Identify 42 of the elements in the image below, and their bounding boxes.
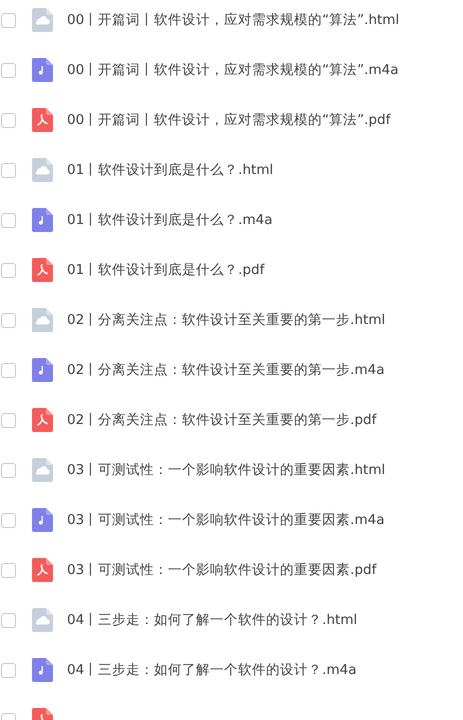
checkbox[interactable] <box>1 212 16 228</box>
checkbox[interactable] <box>1 312 16 328</box>
pdf-file-icon <box>31 258 53 282</box>
checkbox[interactable] <box>1 462 16 478</box>
music-file-icon <box>31 208 53 232</box>
checkbox[interactable] <box>1 112 16 128</box>
pdf-file-icon <box>31 108 53 132</box>
file-name[interactable]: 00丨开篇词丨软件设计，应对需求规模的“算法”.html <box>67 11 400 29</box>
file-name[interactable]: 00丨开篇词丨软件设计，应对需求规模的“算法”.m4a <box>67 61 398 79</box>
file-name[interactable]: 04丨三步走：如何了解一个软件的设计？.m4a <box>67 661 356 679</box>
music-file-icon <box>31 58 53 82</box>
file-name[interactable]: 03丨可测试性：一个影响软件设计的重要因素.html <box>67 461 386 479</box>
cloud-file-icon <box>31 308 53 332</box>
pdf-file-icon <box>31 558 53 582</box>
file-name[interactable]: 04丨三步走：如何了解一个软件的设计？.html <box>67 611 358 629</box>
file-name[interactable]: 01丨软件设计到底是什么？.m4a <box>67 211 272 229</box>
file-name[interactable]: 01丨软件设计到底是什么？.pdf <box>67 261 264 279</box>
checkbox[interactable] <box>1 562 16 578</box>
music-file-icon <box>31 658 53 682</box>
cloud-file-icon <box>31 158 53 182</box>
file-name[interactable]: 03丨可测试性：一个影响软件设计的重要因素.m4a <box>67 511 384 529</box>
checkbox[interactable] <box>1 412 16 428</box>
checkbox[interactable] <box>1 62 16 78</box>
file-name[interactable]: 01丨软件设计到底是什么？.html <box>67 161 274 179</box>
checkbox[interactable] <box>1 512 16 528</box>
checkbox[interactable] <box>1 662 16 678</box>
checkbox[interactable] <box>1 12 16 28</box>
music-file-icon <box>31 508 53 532</box>
checkbox[interactable] <box>1 162 16 178</box>
file-name[interactable]: 02丨分离关注点：软件设计至关重要的第一步.pdf <box>67 411 376 429</box>
checkbox[interactable] <box>1 612 16 628</box>
pdf-file-icon <box>31 408 53 432</box>
checkbox[interactable] <box>1 362 16 378</box>
file-name[interactable]: 03丨可测试性：一个影响软件设计的重要因素.pdf <box>67 561 376 579</box>
file-name[interactable]: 02丨分离关注点：软件设计至关重要的第一步.m4a <box>67 361 384 379</box>
file-name[interactable]: 00丨开篇词丨软件设计，应对需求规模的“算法”.pdf <box>67 111 390 129</box>
file-name[interactable]: 02丨分离关注点：软件设计至关重要的第一步.html <box>67 311 386 329</box>
music-file-icon <box>31 358 53 382</box>
cloud-file-icon <box>31 608 53 632</box>
cloud-file-icon <box>31 8 53 32</box>
cloud-file-icon <box>31 458 53 482</box>
checkbox[interactable] <box>1 262 16 278</box>
